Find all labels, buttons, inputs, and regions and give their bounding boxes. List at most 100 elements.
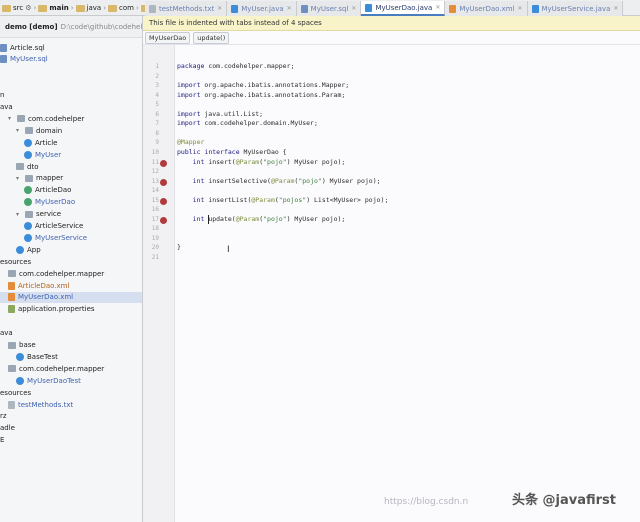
mybatis-navigation-icon[interactable]	[160, 216, 167, 224]
tab-close-icon[interactable]: ✕	[217, 5, 222, 12]
tree-item-label: dto	[27, 162, 39, 171]
tree-item-com-codehelper-mapper[interactable]: com.codehelper.mapper	[0, 363, 142, 374]
line-number: 18	[151, 225, 159, 233]
code-line: int insertSelective(@Param("pojo") MyUse…	[192, 176, 381, 185]
code-line: @Mapper	[177, 138, 205, 147]
tab-close-icon[interactable]: ✕	[351, 5, 356, 12]
folder-icon	[38, 4, 48, 12]
tree-item-label: MyUserDao.xml	[18, 293, 74, 302]
project-root-row[interactable]: demo [demo] D:\code\github\codehelpe	[0, 16, 142, 38]
breadcrumb-label: src	[13, 4, 24, 12]
editor-breadcrumb-item[interactable]: MyUserDao	[145, 31, 191, 44]
settings-gear-icon[interactable]: ⚙	[25, 4, 31, 12]
breadcrumb-item[interactable]: java	[75, 4, 102, 12]
tree-item-com-codehelper[interactable]: ▾ com.codehelper	[0, 113, 142, 124]
tree-item-mapper[interactable]: ▾ mapper	[0, 173, 142, 184]
tab-close-icon[interactable]: ✕	[517, 5, 522, 12]
tree-item-label: base	[19, 341, 36, 349]
tree-item-label: ava	[0, 103, 13, 111]
editor-gutter: 1 2 3 4 5 6 7 8 9 10 11 12 13 14 15 16 17 18 19 20 21	[143, 45, 175, 522]
java-file-icon	[531, 4, 539, 13]
tree-item-label: com.codehelper.mapper	[19, 269, 105, 278]
tree-item-myuserdaotest[interactable]: MyUserDaoTest	[0, 375, 142, 386]
expand-arrow-icon[interactable]: ▾	[16, 127, 22, 134]
tree-item-label: n	[0, 91, 5, 100]
tree-item-label: esources	[0, 257, 32, 266]
tree-item-article-sql[interactable]: Article.sql	[0, 42, 142, 53]
tree-item-ava[interactable]: ava	[0, 102, 142, 113]
class-icon	[24, 233, 32, 242]
tree-item-testmethods-txt[interactable]: testMethods.txt	[0, 399, 142, 410]
tree-item-rz[interactable]: rz	[0, 411, 142, 422]
tree-item-label: ArticleService	[35, 222, 84, 230]
tab-testmethods-txt[interactable]: testMethods.txt ✕	[145, 1, 228, 16]
tab-close-icon[interactable]: ✕	[287, 5, 292, 12]
tab-close-icon[interactable]: ✕	[613, 5, 618, 12]
folder-icon	[108, 4, 118, 12]
tree-item-label: E	[0, 436, 5, 445]
line-number: 15	[151, 196, 159, 204]
tree-item-e[interactable]: E	[0, 435, 142, 446]
tree-item-esources[interactable]: esources	[0, 387, 142, 398]
mybatis-navigation-icon[interactable]	[160, 159, 167, 167]
tree-item-myuserdao-xml[interactable]: MyUserDao.xml	[0, 291, 142, 303]
tree-item-label: ava	[0, 329, 13, 338]
tab-myuser-java[interactable]: MyUser.java ✕	[227, 1, 297, 16]
tree-item-basetest[interactable]: BaseTest	[0, 351, 142, 362]
expand-arrow-icon[interactable]: ▾	[16, 175, 22, 182]
breadcrumb-label: main	[49, 4, 69, 12]
package-icon	[8, 341, 16, 349]
xml-file-icon	[8, 293, 15, 302]
expand-arrow-icon[interactable]: ▾	[16, 211, 22, 218]
code-line: int update(@Param("pojo") MyUser pojo);	[192, 214, 346, 223]
tab-label: testMethods.txt	[159, 4, 215, 13]
line-number: 14	[151, 187, 159, 195]
tab-close-icon[interactable]: ✕	[435, 4, 440, 11]
tab-myuserdao-java[interactable]: MyUserDao.java ✕	[361, 1, 446, 16]
tree-item-app[interactable]: App	[0, 244, 142, 255]
tree-item-service[interactable]: ▾ service	[0, 209, 142, 220]
line-number: 3	[155, 82, 159, 90]
tab-label: MyUserDao.xml	[459, 4, 515, 13]
tab-myuserdao-xml[interactable]: MyUserDao.xml ✕	[445, 1, 528, 16]
class-icon	[16, 352, 24, 361]
tree-item-dto[interactable]: dto	[0, 161, 142, 172]
txt-file-icon	[149, 4, 156, 13]
tree-item-com-codehelper-mapper[interactable]: com.codehelper.mapper	[0, 268, 142, 279]
tab-label: MyUserService.java	[541, 4, 611, 13]
package-icon	[25, 210, 33, 218]
tree-item-articledao-xml[interactable]: ArticleDao.xml	[0, 280, 142, 291]
mybatis-navigation-icon[interactable]	[160, 197, 167, 205]
breadcrumb-item[interactable]: com	[108, 4, 134, 12]
tree-item-myuserdao[interactable]: MyUserDao	[0, 197, 142, 208]
tree-item-label: ArticleDao	[35, 186, 72, 195]
tree-item-application-properties[interactable]: application.properties	[0, 304, 142, 315]
mybatis-navigation-icon[interactable]	[160, 178, 167, 186]
tree-item-articledao[interactable]: ArticleDao	[0, 185, 142, 196]
tab-myuserservice-java[interactable]: MyUserService.java ✕	[527, 1, 624, 16]
tree-item-myuser[interactable]: MyUser	[0, 149, 142, 160]
breadcrumb-label: java	[86, 4, 102, 12]
interface-icon	[24, 198, 32, 207]
tab-myuser-sql[interactable]: MyUser.sql ✕	[296, 1, 362, 16]
breadcrumb-item[interactable]: src	[2, 4, 23, 12]
line-number: 20	[151, 244, 159, 252]
breadcrumb-item[interactable]: main	[38, 4, 69, 12]
tree-item-n[interactable]: n	[0, 90, 142, 101]
tree-item-label: application.properties	[18, 305, 95, 314]
tree-item-myuserservice[interactable]: MyUserService	[0, 232, 142, 243]
tree-item-domain[interactable]: ▾ domain	[0, 125, 142, 136]
expand-arrow-icon[interactable]: ▾	[8, 115, 14, 122]
tree-item-articleservice[interactable]: ArticleService	[0, 221, 142, 232]
tree-item-label: MyUserDao	[35, 198, 76, 207]
line-number: 21	[151, 254, 159, 261]
tree-item-base[interactable]: base	[0, 340, 142, 351]
tree-item-article[interactable]: Article	[0, 137, 142, 148]
tree-item-adle[interactable]: adle	[0, 423, 142, 434]
tree-item-esources[interactable]: esources	[0, 256, 142, 267]
class-icon	[24, 150, 32, 159]
code-area[interactable]: I package com.codehelper.mapper; import o…	[177, 45, 640, 522]
tree-item-myuser-sql[interactable]: MyUser.sql	[0, 54, 142, 65]
tree-item-ava[interactable]: ava	[0, 328, 142, 339]
editor-breadcrumb-item[interactable]: update()	[193, 31, 230, 44]
